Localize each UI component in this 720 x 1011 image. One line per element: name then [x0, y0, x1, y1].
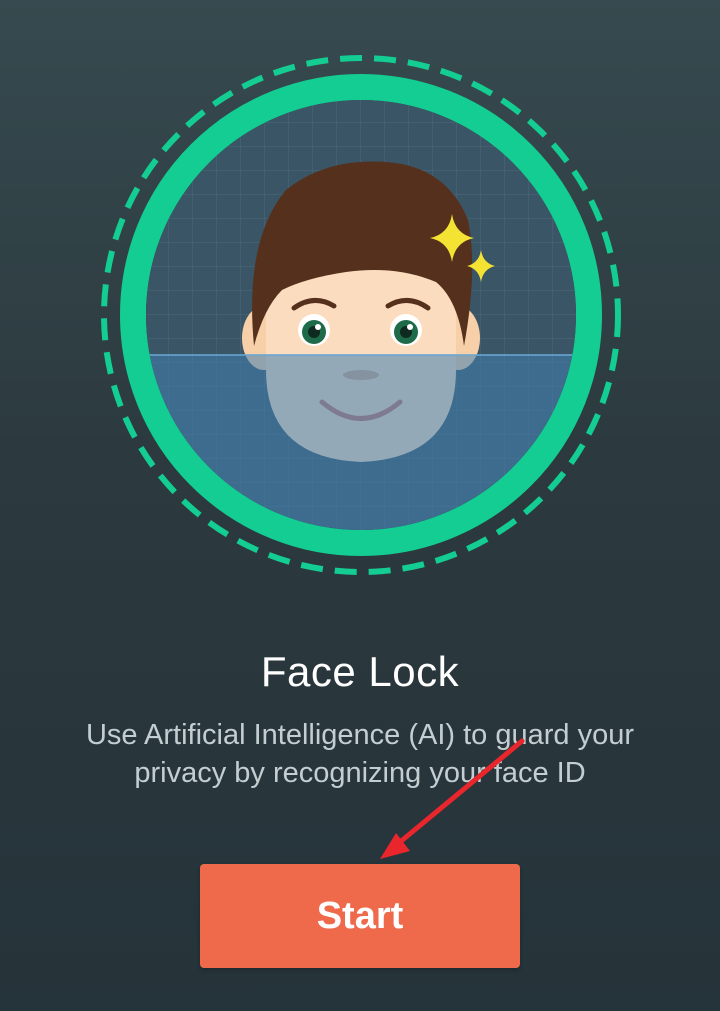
face-scan-icon: [101, 55, 621, 575]
description-line-1: Use Artificial Intelligence (AI) to guar…: [85, 719, 635, 751]
start-button[interactable]: Start: [200, 864, 520, 968]
page-title: Face Lock: [260, 648, 460, 695]
description-line-2: privacy by recognizing your face ID: [134, 757, 586, 789]
description: Use Artificial Intelligence (AI) to guar…: [40, 716, 680, 792]
